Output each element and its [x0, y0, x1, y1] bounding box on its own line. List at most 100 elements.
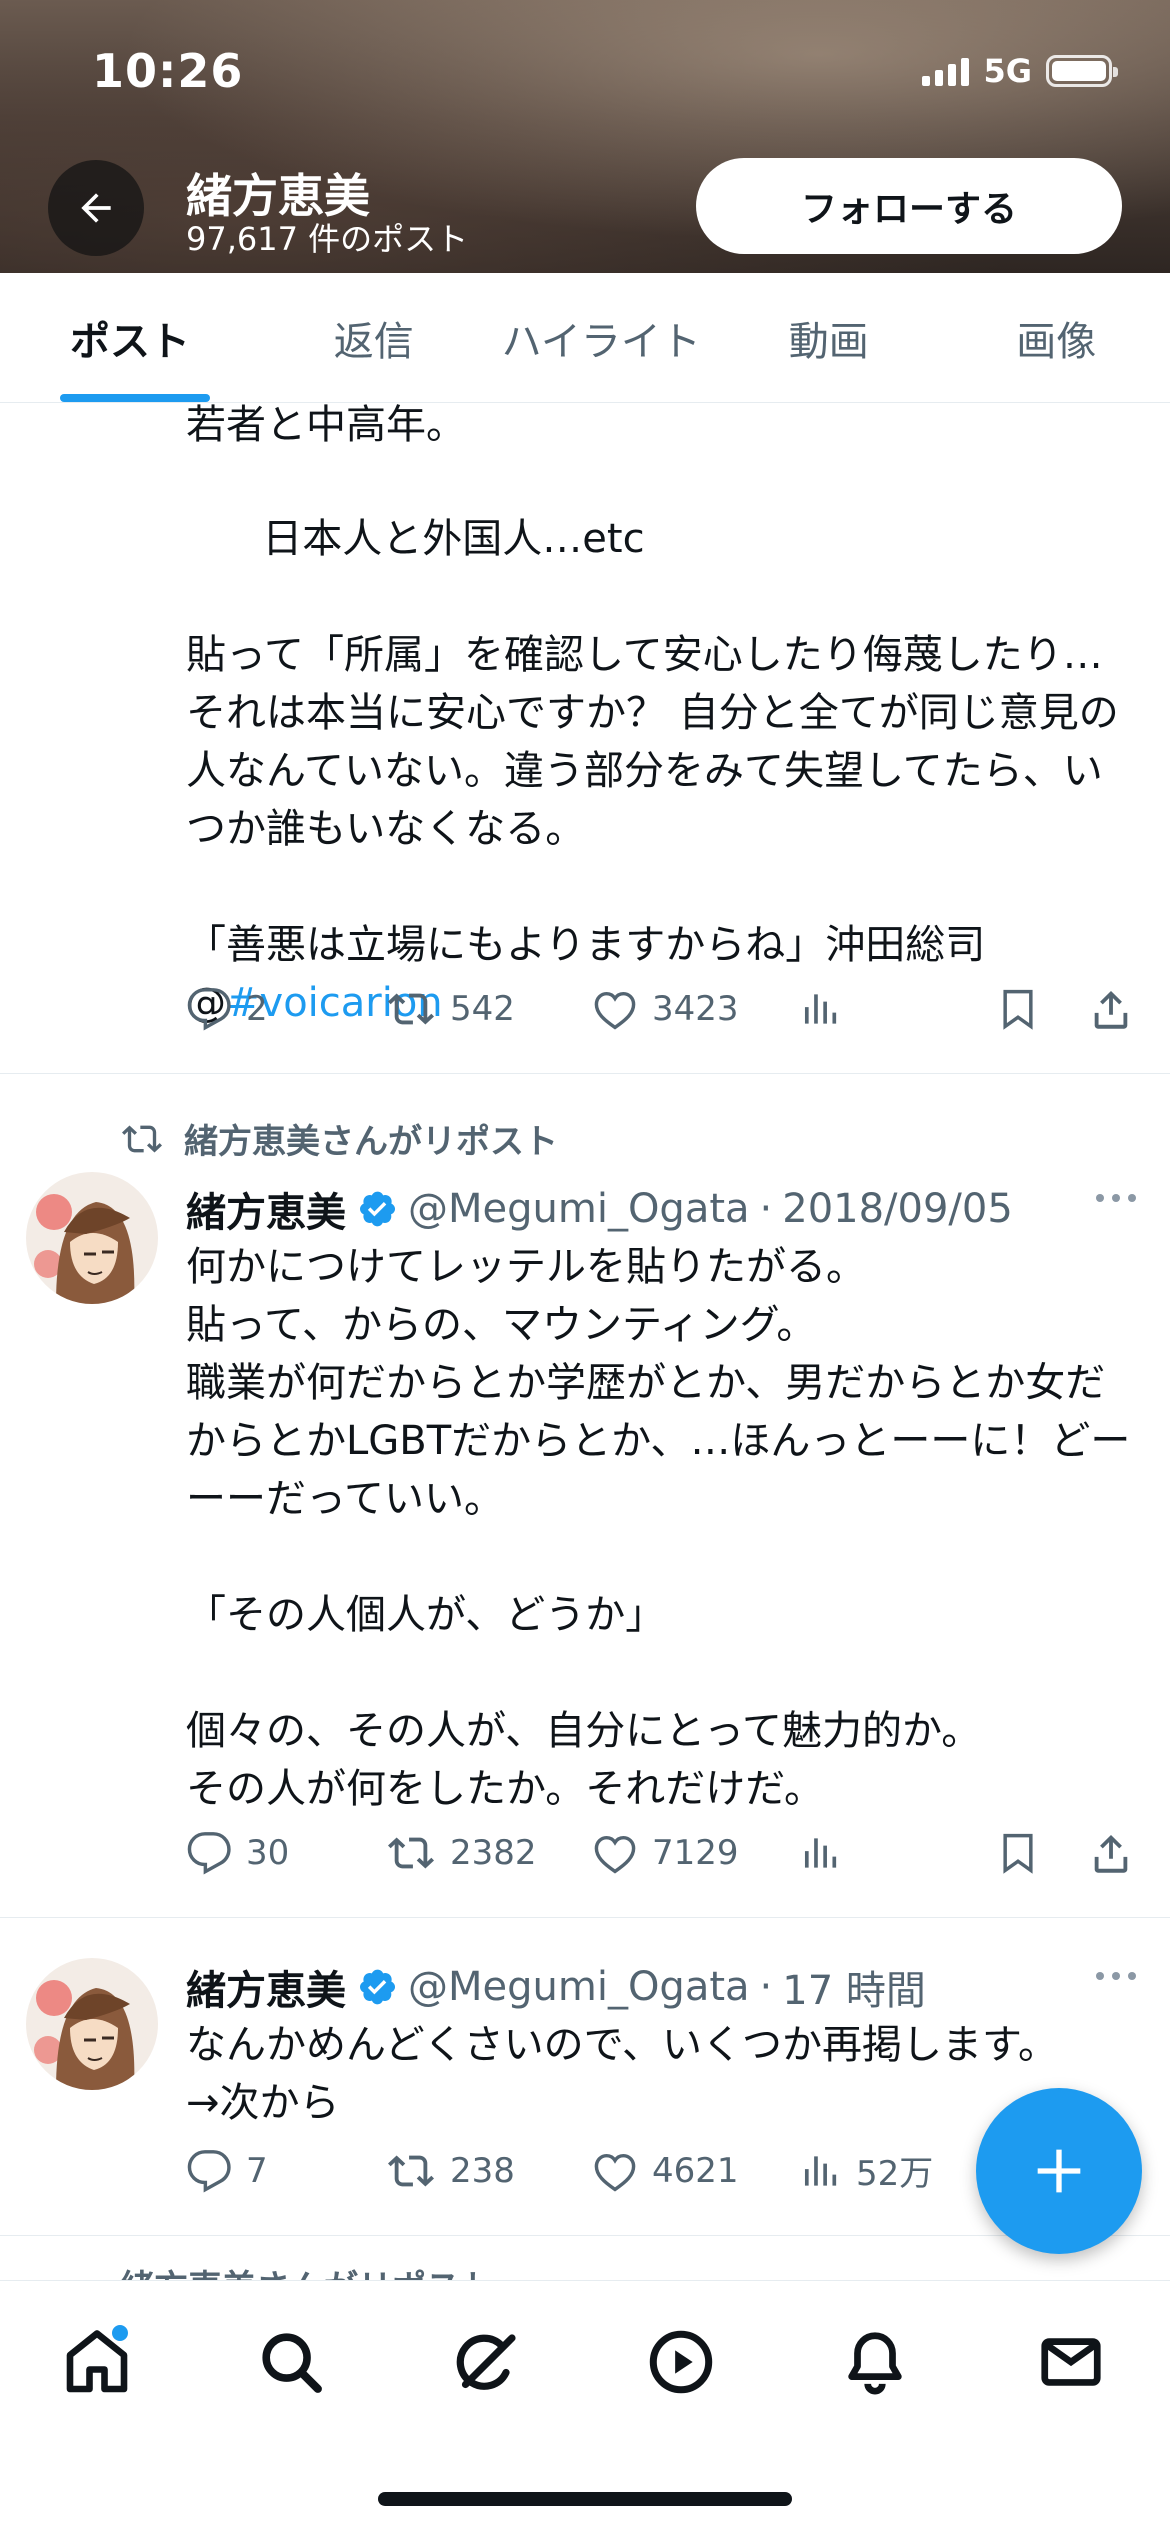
nav-grok[interactable]: [440, 2317, 530, 2407]
follow-button[interactable]: フォローする: [696, 158, 1122, 254]
retweet-button[interactable]: 238: [386, 2148, 592, 2194]
reply-icon: [187, 1832, 231, 1875]
avatar[interactable]: [26, 1958, 158, 2090]
retweet-button[interactable]: 2382: [386, 1830, 592, 1876]
notification-dot: [112, 2325, 128, 2341]
tab-replies[interactable]: 返信: [260, 273, 488, 402]
author-name[interactable]: 緒方恵美: [186, 1958, 346, 2016]
views-icon: [804, 2155, 837, 2186]
like-button[interactable]: 4621: [592, 2148, 798, 2194]
retweet-count: 238: [450, 2150, 515, 2191]
post-count: 97,617 件のポスト: [186, 220, 469, 258]
search-icon: [262, 2333, 322, 2393]
like-count: 4621: [652, 2150, 739, 2191]
battery-icon: [1046, 55, 1118, 87]
like-icon: [594, 1835, 636, 1874]
post-text: 何かにつけてレッテルを貼りたがる。 貼って、からの、マウンティング。 職業が何だ…: [186, 1244, 1131, 1812]
views-button[interactable]: [798, 1830, 998, 1876]
repost-indicator: 緒方恵美さんがリポスト: [120, 1114, 558, 1163]
like-count: 3423: [652, 989, 739, 1029]
timeline[interactable]: 若者と中高年。 日本人と外国人…etc 貼って「所属」を確認して安心したり侮蔑し…: [0, 404, 1170, 2280]
reply-count: 2: [246, 989, 268, 1029]
repost-label: 緒方恵美さんがリポスト: [184, 1122, 558, 1162]
author-handle[interactable]: @Megumi_Ogata: [408, 1964, 750, 2010]
like-icon: [594, 2153, 636, 2191]
verified-badge-icon: [360, 1969, 396, 2005]
like-button[interactable]: 3423: [592, 986, 798, 1032]
nav-video[interactable]: [636, 2317, 726, 2407]
more-icon: [1096, 1972, 1136, 1980]
video-icon: [649, 2330, 713, 2394]
author-line: 緒方恵美 @Megumi_Ogata · 17 時間: [186, 1958, 926, 2016]
more-icon: [1096, 1194, 1136, 1202]
post-body: 日本人と外国人…etc 貼って「所属」を確認して安心したり侮蔑したり…それは本当…: [186, 516, 1119, 968]
nav-home[interactable]: [52, 2317, 142, 2407]
bookmark-icon: [1003, 989, 1033, 1030]
repost-label: 緒方恵美さんがリポスト: [120, 2260, 494, 2280]
views-count: 52万: [856, 2154, 934, 2194]
author-handle[interactable]: @Megumi_Ogata: [408, 1186, 750, 1232]
author-name[interactable]: 緒方恵美: [186, 1180, 346, 1238]
share-icon: [1094, 1834, 1128, 1873]
reply-button[interactable]: 7: [186, 2148, 386, 2194]
retweet-count: 2382: [450, 1833, 537, 1873]
tab-videos[interactable]: 動画: [715, 273, 943, 402]
mail-icon: [1041, 2338, 1101, 2386]
network-label: 5G: [983, 52, 1032, 90]
back-button[interactable]: [48, 160, 144, 256]
tab-images[interactable]: 画像: [943, 273, 1170, 402]
plus-icon: [1037, 2149, 1081, 2193]
views-icon: [804, 1838, 837, 1868]
separator: ·: [759, 1964, 773, 2010]
post-text: なんかめんどくさいので、いくつか再掲します。 →次から: [186, 2022, 1058, 2126]
avatar[interactable]: [26, 1172, 158, 1304]
reply-count: 30: [246, 1833, 290, 1873]
retweet-icon: [388, 2154, 434, 2187]
nav-search[interactable]: [246, 2317, 336, 2407]
tab-highlights[interactable]: ハイライト: [488, 273, 716, 402]
bookmark-icon: [1003, 1833, 1033, 1874]
views-button[interactable]: 52万: [798, 2146, 998, 2195]
like-button[interactable]: 7129: [592, 1830, 798, 1876]
post-text-partial: 若者と中高年。: [186, 404, 466, 448]
bookmark-button[interactable]: [996, 1829, 1040, 1877]
bell-icon: [848, 2332, 902, 2395]
post-actions: 2 542 3423: [186, 986, 1146, 1032]
post-actions: 30 2382 7129: [186, 1830, 1146, 1876]
like-icon: [594, 991, 636, 1030]
share-button[interactable]: [1088, 985, 1134, 1033]
author-line: 緒方恵美 @Megumi_Ogata · 2018/09/05: [186, 1180, 1013, 1238]
views-button[interactable]: [798, 986, 998, 1032]
post[interactable]: 緒方恵美さんがリポスト 緒方恵美 @Megumi_Ogata · 2018/09…: [0, 1074, 1170, 1918]
more-button[interactable]: [1092, 1180, 1140, 1220]
retweet-button[interactable]: 542: [386, 986, 592, 1032]
reply-icon: [187, 988, 231, 1031]
more-button[interactable]: [1092, 1958, 1140, 1998]
separator: ·: [759, 1186, 773, 1232]
nav-messages[interactable]: [1026, 2317, 1116, 2407]
bookmark-button[interactable]: [996, 985, 1040, 1033]
home-indicator: [378, 2492, 792, 2506]
nav-notifications[interactable]: [830, 2317, 920, 2407]
post-date[interactable]: 2018/09/05: [782, 1186, 1013, 1232]
views-icon: [804, 994, 837, 1024]
profile-tabs: ポスト 返信 ハイライト 動画 画像: [0, 273, 1170, 403]
retweet-count: 542: [450, 989, 515, 1029]
status-indicators: 5G: [922, 52, 1118, 90]
tab-posts[interactable]: ポスト: [0, 273, 260, 402]
compose-button[interactable]: [976, 2088, 1142, 2254]
retweet-icon: [122, 1125, 162, 1152]
repost-indicator-partial: 緒方恵美さんがリポスト: [120, 2260, 494, 2280]
post-date[interactable]: 17 時間: [782, 1958, 926, 2016]
reply-button[interactable]: 30: [186, 1830, 386, 1876]
back-arrow-icon: [81, 193, 111, 223]
profile-header: 10:26 5G 緒方恵美 97,617 件のポスト フォローする: [0, 0, 1170, 273]
reply-button[interactable]: 2: [186, 986, 386, 1032]
share-button[interactable]: [1088, 1829, 1134, 1877]
share-icon: [1094, 990, 1128, 1029]
reply-count: 7: [246, 2150, 268, 2191]
retweet-icon: [388, 1837, 434, 1869]
verified-badge-icon: [360, 1191, 396, 1227]
reply-icon: [187, 2149, 231, 2193]
post[interactable]: 若者と中高年。 日本人と外国人…etc 貼って「所属」を確認して安心したり侮蔑し…: [0, 404, 1170, 1074]
